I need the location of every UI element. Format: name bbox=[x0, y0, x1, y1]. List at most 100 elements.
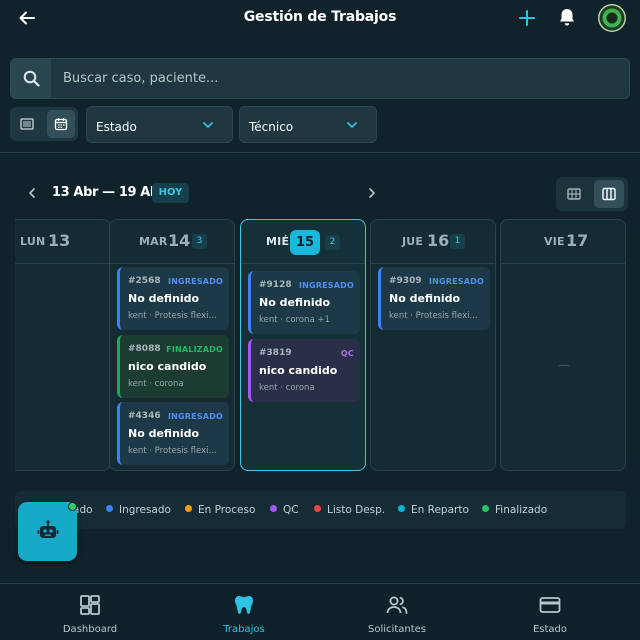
nav-label: Dashboard bbox=[62, 624, 118, 635]
job-id: #2568 bbox=[128, 276, 161, 286]
job-id: #9309 bbox=[389, 276, 422, 286]
day-number: 16 bbox=[427, 231, 450, 250]
legend-item: Listo Desp. bbox=[314, 504, 385, 516]
patient-name: No definido bbox=[128, 292, 200, 305]
day-label: LUN bbox=[20, 235, 46, 248]
job-status: FINALIZADO bbox=[166, 345, 223, 354]
day-header: VIE 17 bbox=[501, 220, 625, 264]
job-detail: kent · corona +1 bbox=[259, 315, 330, 325]
search-button[interactable] bbox=[11, 59, 51, 98]
job-card[interactable]: #8088 FINALIZADO nico candido kent · cor… bbox=[117, 335, 229, 398]
online-indicator bbox=[68, 502, 77, 511]
tecnico-select-label: Técnico bbox=[249, 120, 294, 134]
empty-placeholder bbox=[559, 365, 569, 366]
users-icon bbox=[386, 596, 408, 614]
top-bar: Gestión de Trabajos bbox=[0, 0, 640, 38]
robot-icon bbox=[37, 520, 59, 538]
estado-select-label: Estado bbox=[96, 120, 137, 134]
day-header: MIÉ 15 2 bbox=[241, 220, 365, 264]
day-number: 15 bbox=[290, 230, 320, 255]
nav-solicitantes[interactable]: Solicitantes bbox=[317, 584, 477, 640]
day-count-badge: 3 bbox=[192, 234, 207, 249]
job-detail: kent · corona bbox=[259, 383, 315, 393]
page-title: Gestión de Trabajos bbox=[243, 9, 397, 25]
list-view-button[interactable] bbox=[13, 110, 41, 138]
nav-label: Trabajos bbox=[223, 624, 265, 635]
patient-name: No definido bbox=[128, 427, 200, 440]
grid-icon bbox=[567, 188, 581, 200]
legend-item: QC bbox=[270, 504, 299, 516]
calendar-icon bbox=[54, 118, 68, 131]
day-column-lun: LUN 13 bbox=[15, 219, 111, 471]
estado-select[interactable]: Estado bbox=[86, 106, 233, 143]
day-header: LUN 13 bbox=[15, 220, 110, 264]
job-status: INGRESADO bbox=[167, 277, 223, 286]
day-number: 13 bbox=[48, 231, 71, 250]
layout-toggle bbox=[556, 177, 628, 211]
search-bar bbox=[10, 58, 630, 99]
tooth-icon bbox=[235, 596, 253, 614]
job-status: QC bbox=[340, 349, 354, 358]
job-detail: kent · Protesis flexi... bbox=[128, 446, 217, 456]
avatar[interactable] bbox=[598, 4, 626, 32]
legend-item: En Proceso bbox=[185, 504, 255, 516]
nav-label: Solicitantes bbox=[368, 624, 426, 635]
list-icon bbox=[20, 118, 34, 130]
nav-estado[interactable]: Estado bbox=[470, 584, 630, 640]
status-legend: ...ado Ingresado En Proceso QC Listo Des… bbox=[15, 491, 626, 529]
job-detail: kent · corona bbox=[128, 379, 184, 389]
nav-dashboard[interactable]: Dashboard bbox=[10, 584, 170, 640]
day-count-badge: 2 bbox=[325, 235, 340, 250]
legend-item: En Reparto bbox=[398, 504, 469, 516]
search-icon bbox=[23, 70, 40, 87]
day-label: VIE bbox=[544, 235, 565, 248]
job-card[interactable]: #9309 INGRESADO No definido kent · Prote… bbox=[378, 267, 490, 330]
nav-trabajos[interactable]: Trabajos bbox=[164, 584, 324, 640]
day-column-mie: MIÉ 15 2 #9128 INGRESADO No definido ken… bbox=[240, 219, 366, 471]
patient-name: nico candido bbox=[259, 364, 338, 377]
legend-item: Ingresado bbox=[106, 504, 171, 516]
day-header: JUE 16 1 bbox=[371, 220, 495, 264]
bell-icon[interactable] bbox=[556, 6, 578, 28]
day-column-vie: VIE 17 bbox=[500, 219, 626, 471]
job-id: #3819 bbox=[259, 348, 292, 358]
day-number: 17 bbox=[566, 231, 589, 250]
divider bbox=[0, 152, 640, 153]
bottom-navigation: Dashboard Trabajos Solicitantes Estado bbox=[0, 583, 640, 640]
legend-item: Finalizado bbox=[482, 504, 547, 516]
card-icon bbox=[539, 597, 561, 613]
job-detail: kent · Protesis flexi... bbox=[128, 311, 217, 321]
day-label: JUE bbox=[402, 235, 424, 248]
day-label: MAR bbox=[139, 235, 168, 248]
tecnico-select[interactable]: Técnico bbox=[239, 106, 377, 143]
assistant-button[interactable] bbox=[18, 502, 77, 561]
calendar-view-button[interactable] bbox=[47, 110, 75, 138]
patient-name: No definido bbox=[389, 292, 461, 305]
job-card[interactable]: #4346 INGRESADO No definido kent · Prote… bbox=[117, 402, 229, 465]
job-card[interactable]: #3819 QC nico candido kent · corona bbox=[248, 339, 360, 402]
day-header: MAR 14 3 bbox=[110, 220, 234, 264]
patient-name: nico candido bbox=[128, 360, 207, 373]
job-card[interactable]: #9128 INGRESADO No definido kent · coron… bbox=[248, 271, 360, 334]
search-input[interactable] bbox=[63, 59, 623, 98]
columns-layout-button[interactable] bbox=[594, 180, 624, 208]
week-board: LUN 13 MAR 14 3 #2568 INGRESADO No defin… bbox=[15, 219, 640, 471]
patient-name: No definido bbox=[259, 296, 331, 309]
job-id: #8088 bbox=[128, 344, 161, 354]
day-count-badge: 1 bbox=[450, 234, 465, 249]
columns-icon bbox=[602, 187, 616, 201]
grid-layout-button[interactable] bbox=[559, 180, 589, 208]
dashboard-icon bbox=[80, 595, 100, 615]
today-button[interactable]: HOY bbox=[152, 183, 189, 203]
job-detail: kent · Protesis flexi... bbox=[389, 311, 478, 321]
day-column-jue: JUE 16 1 #9309 INGRESADO No definido ken… bbox=[370, 219, 496, 471]
day-number: 14 bbox=[168, 231, 191, 250]
chevron-right-icon[interactable] bbox=[366, 186, 378, 200]
job-card[interactable]: #2568 INGRESADO No definido kent · Prote… bbox=[117, 267, 229, 330]
day-label: MIÉ bbox=[266, 235, 290, 248]
week-range: 13 Abr — 19 Abr bbox=[52, 185, 165, 200]
add-icon[interactable] bbox=[516, 7, 538, 29]
view-toggle bbox=[10, 107, 78, 141]
chevron-left-icon[interactable] bbox=[26, 186, 38, 200]
chevron-down-icon bbox=[347, 122, 357, 128]
